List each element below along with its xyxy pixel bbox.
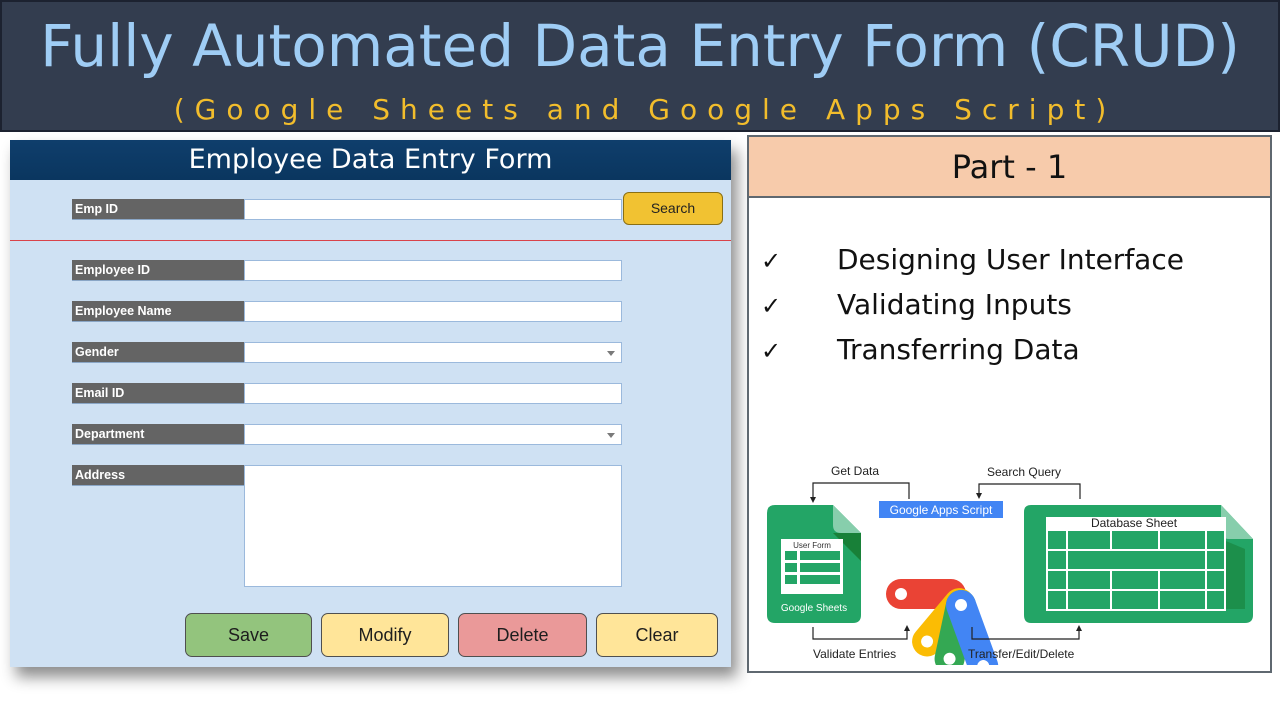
title-banner: Fully Automated Data Entry Form (CRUD) (… (0, 0, 1280, 132)
department-label: Department (72, 424, 244, 445)
apps-script-label: Google Apps Script (890, 503, 993, 517)
employee-form-window: Employee Data Entry Form Emp ID Search E… (10, 140, 731, 667)
checklist-item-label: Designing User Interface (837, 243, 1184, 276)
emp-id-search-input[interactable] (244, 199, 622, 220)
checklist-item: ✓ Designing User Interface (761, 240, 1184, 280)
banner-subtitle: (Google Sheets and Google Apps Script) (173, 93, 1117, 126)
part-header: Part - 1 (749, 137, 1270, 198)
checkmark-icon: ✓ (761, 337, 782, 365)
checkmark-icon: ✓ (761, 247, 782, 275)
save-button[interactable]: Save (185, 613, 312, 657)
emp-id-search-label: Emp ID (72, 199, 244, 220)
search-button[interactable]: Search (623, 192, 723, 225)
address-textarea[interactable] (244, 465, 622, 587)
google-sheets-label: Google Sheets (781, 603, 847, 614)
user-form-label: User Form (793, 541, 831, 550)
email-id-label: Email ID (72, 383, 244, 404)
delete-button[interactable]: Delete (458, 613, 587, 657)
transfer-edit-delete-label: Transfer/Edit/Delete (968, 647, 1075, 661)
clear-button[interactable]: Clear (596, 613, 718, 657)
department-dropdown[interactable] (244, 424, 622, 445)
banner-title: Fully Automated Data Entry Form (CRUD) (40, 12, 1240, 80)
checklist-item-label: Transferring Data (837, 333, 1080, 366)
employee-name-label: Employee Name (72, 301, 244, 322)
arrow-head-icon (1076, 625, 1082, 631)
chevron-down-icon[interactable] (607, 351, 615, 356)
validate-entries-arrow (812, 627, 908, 640)
database-sheet-label: Database Sheet (1091, 516, 1178, 530)
validate-entries-label: Validate Entries (813, 647, 896, 661)
arrow-head-icon (904, 625, 910, 631)
gender-dropdown[interactable] (244, 342, 622, 363)
section-divider (10, 240, 731, 241)
employee-id-label: Employee ID (72, 260, 244, 281)
email-id-input[interactable] (244, 383, 622, 404)
search-query-label: Search Query (987, 465, 1061, 479)
workflow-diagram: Get Data Search Query User Form Google S… (767, 464, 1253, 665)
part-info-panel: Part - 1 ✓ Designing User Interface ✓ Vali… (747, 135, 1272, 673)
arrow-head-icon (976, 493, 982, 499)
checklist-item-label: Validating Inputs (837, 288, 1072, 321)
employee-name-input[interactable] (244, 301, 622, 322)
form-title: Employee Data Entry Form (10, 140, 731, 180)
address-label: Address (72, 465, 244, 486)
checklist-item: ✓ Transferring Data (761, 330, 1080, 370)
arrow-head-icon (810, 497, 816, 503)
chevron-down-icon[interactable] (607, 433, 615, 438)
get-data-arrow (812, 482, 910, 499)
checklist-item: ✓ Validating Inputs (761, 285, 1072, 325)
employee-id-input[interactable] (244, 260, 622, 281)
search-query-arrow (978, 483, 1081, 499)
get-data-label: Get Data (831, 464, 879, 478)
gender-label: Gender (72, 342, 244, 363)
modify-button[interactable]: Modify (321, 613, 449, 657)
checkmark-icon: ✓ (761, 292, 782, 320)
